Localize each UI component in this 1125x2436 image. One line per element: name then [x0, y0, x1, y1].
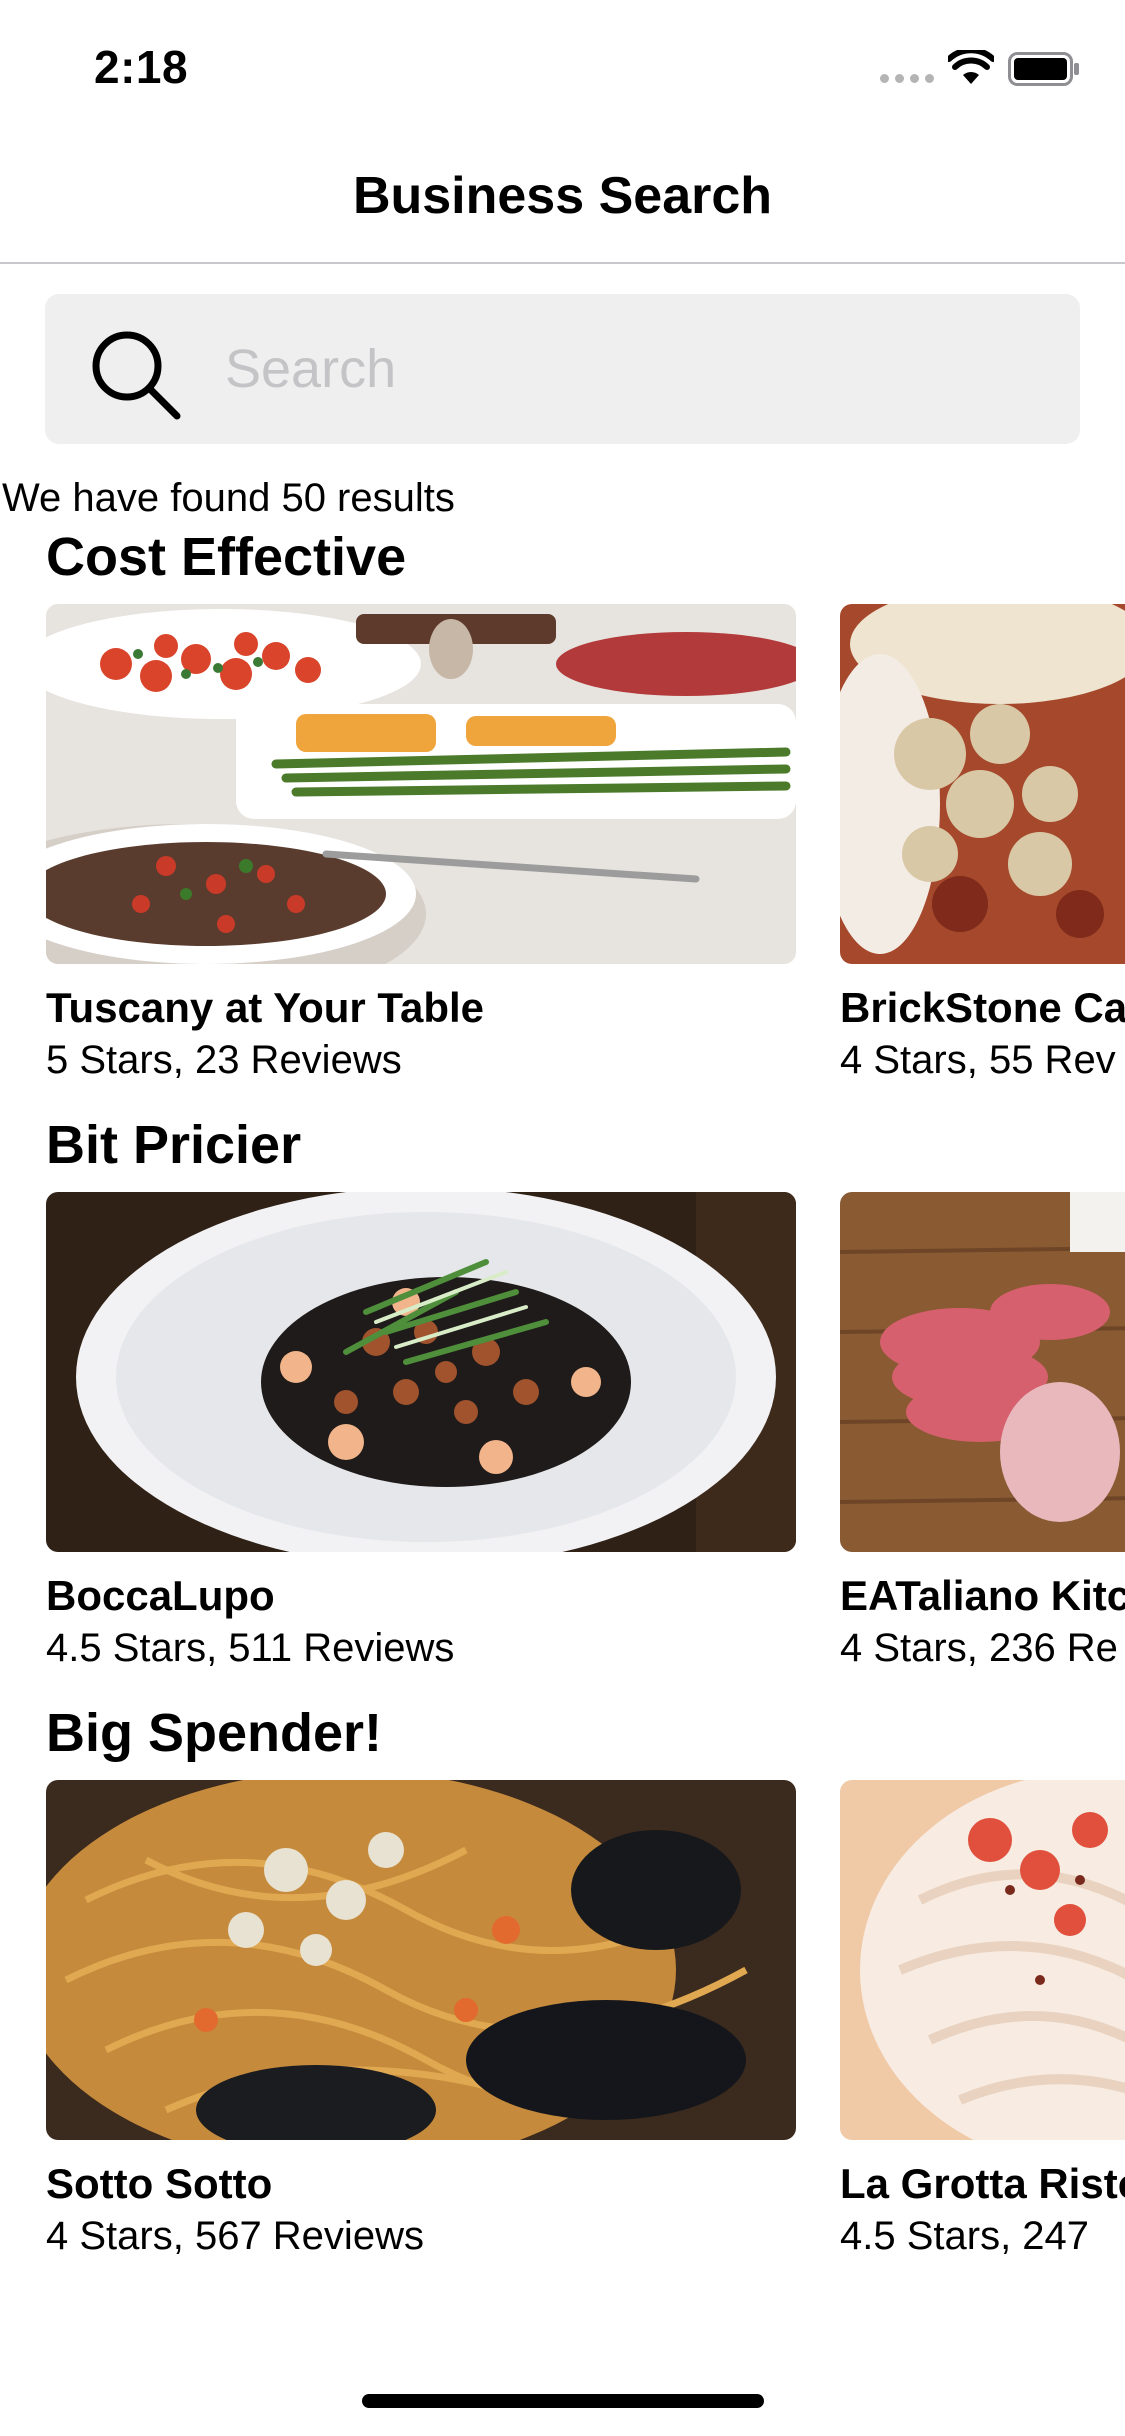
section-row-bit-pricier[interactable]: BoccaLupo 4.5 Stars, 511 Reviews EATalia… — [0, 1192, 1125, 1692]
signal-dots-icon — [880, 74, 934, 84]
business-photo — [840, 1780, 1125, 2140]
business-rating: 4 Stars, 55 Rev — [840, 1038, 1116, 1082]
business-rating: 4 Stars, 236 Re — [840, 1626, 1118, 1670]
business-name: Sotto Sotto — [46, 2160, 273, 2207]
business-rating: 5 Stars, 23 Reviews — [46, 1038, 402, 1082]
search-bar[interactable] — [45, 294, 1080, 444]
search-input[interactable] — [225, 294, 1045, 444]
section-title-cost-effective: Cost Effective — [46, 527, 407, 587]
business-photo — [840, 604, 1125, 964]
business-rating: 4.5 Stars, 511 Reviews — [46, 1626, 455, 1670]
navigation-bar: Business Search — [0, 132, 1125, 264]
business-name: Tuscany at Your Table — [46, 984, 485, 1031]
wifi-icon — [948, 50, 994, 84]
battery-icon — [1008, 52, 1079, 86]
business-name: BrickStone Ca — [840, 984, 1125, 1031]
business-card[interactable]: Tuscany at Your Table 5 Stars, 23 Review… — [46, 604, 796, 1083]
business-card[interactable]: BrickStone Ca 4 Stars, 55 Rev — [840, 604, 1125, 1083]
home-indicator[interactable] — [362, 2394, 764, 2408]
search-icon — [92, 331, 181, 420]
business-rating: 4 Stars, 567 Reviews — [46, 2214, 424, 2258]
page-title: Business Search — [352, 167, 773, 225]
business-card[interactable]: Sotto Sotto 4 Stars, 567 Reviews — [46, 1780, 796, 2259]
business-name: La Grotta Risto — [840, 2160, 1125, 2207]
business-photo — [46, 604, 796, 964]
section-row-big-spender[interactable]: Sotto Sotto 4 Stars, 567 Reviews La Grot… — [0, 1780, 1125, 2280]
results-count: We have found 50 results — [2, 476, 455, 520]
business-photo — [46, 1192, 796, 1552]
status-time: 2:18 — [94, 41, 189, 93]
business-name: EATaliano Kitc — [840, 1572, 1125, 1619]
business-rating: 4.5 Stars, 247 — [840, 2214, 1090, 2258]
business-card[interactable]: EATaliano Kitc 4 Stars, 236 Re — [840, 1192, 1125, 1671]
business-card[interactable]: La Grotta Risto 4.5 Stars, 247 — [840, 1780, 1125, 2259]
business-photo — [46, 1780, 796, 2140]
section-title-bit-pricier: Bit Pricier — [46, 1115, 302, 1175]
status-bar: 2:18 — [0, 0, 1125, 132]
business-card[interactable]: BoccaLupo 4.5 Stars, 511 Reviews — [46, 1192, 796, 1671]
section-row-cost-effective[interactable]: Tuscany at Your Table 5 Stars, 23 Review… — [0, 604, 1125, 1104]
business-name: BoccaLupo — [46, 1572, 275, 1619]
business-photo — [840, 1192, 1125, 1552]
section-title-big-spender: Big Spender! — [46, 1703, 383, 1763]
